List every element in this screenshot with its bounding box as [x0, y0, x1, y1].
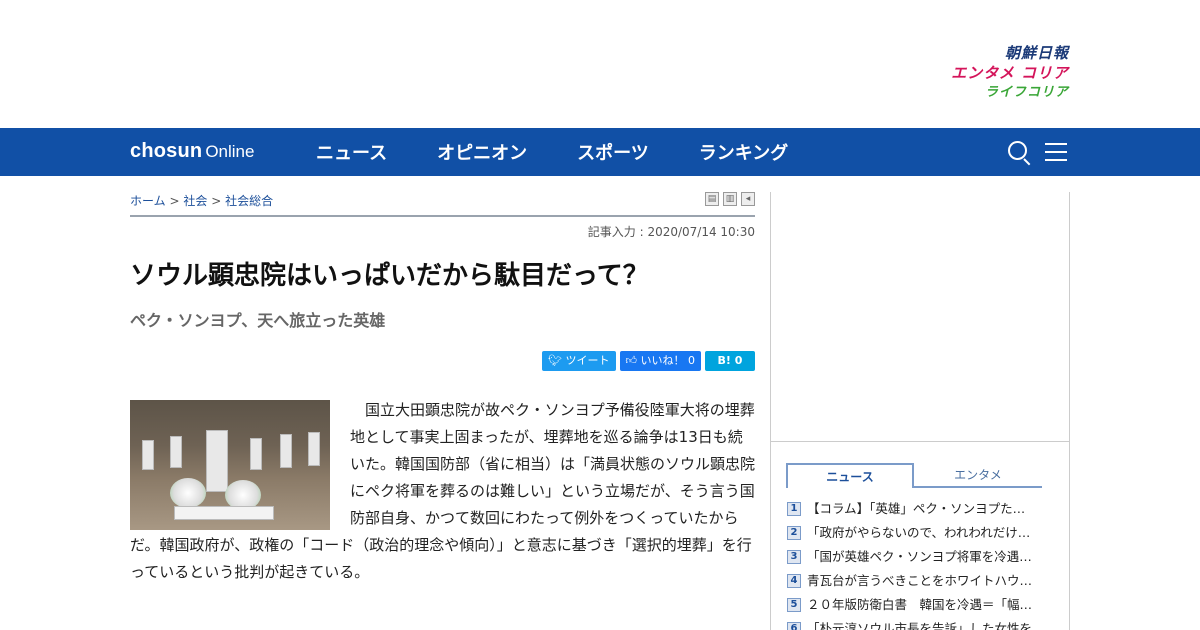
grave-marker [250, 438, 262, 470]
article-subtitle: ペク・ソンヨプ、天へ旅立った英雄 [130, 311, 386, 330]
article-tools: ▤ ▥ ◂ [701, 192, 755, 206]
article-photo[interactable] [130, 400, 330, 530]
life-korea-link[interactable]: ライフコリア [951, 84, 1069, 102]
article-dateline: 記事入力 : 2020/07/14 10:30 [587, 225, 755, 239]
rank-number: 6 [787, 622, 801, 630]
search-icon[interactable] [1007, 140, 1031, 166]
breadcrumb-home[interactable]: ホーム [130, 194, 166, 208]
rank-number: 2 [787, 526, 801, 540]
article: ホーム > 社会 > 社会総合 ▤ ▥ ◂ 記事入力 : 2020/07/14 … [130, 192, 755, 586]
nav-icons [1007, 140, 1067, 166]
site-logo[interactable]: chosun Online [130, 140, 254, 163]
twitter-bird-icon: 🐦︎ [548, 354, 566, 367]
nav-item-opinion[interactable]: オピニオン [437, 139, 527, 165]
rank-title[interactable]: 【コラム】「英雄」ペク・ソンヨプた… [807, 497, 1025, 521]
nav-item-news[interactable]: ニュース [316, 139, 387, 165]
nav-item-sports[interactable]: スポーツ [577, 139, 649, 165]
rank-title[interactable]: 「国が英雄ペク・ソンヨプ将軍を冷遇… [807, 545, 1032, 569]
grave-marker [308, 432, 320, 466]
breadcrumb-row: ホーム > 社会 > 社会総合 ▤ ▥ ◂ [130, 192, 755, 217]
back-arrow-icon[interactable]: ◂ [741, 192, 755, 206]
nav-item-ranking[interactable]: ランキング [699, 139, 788, 165]
grave-marker [142, 440, 154, 470]
list-item[interactable]: 5 ２０年版防衛白書 韓国を冷遇＝「幅… [787, 593, 1057, 617]
brand-links: 朝鮮日報 エンタメ コリア ライフコリア [951, 44, 1069, 102]
sidebar: ニュース エンタメ 1 【コラム】「英雄」ペク・ソンヨプた… 2 「政府がやらないの… [770, 192, 1070, 630]
tab-news[interactable]: ニュース [786, 463, 914, 488]
grave-base [174, 506, 274, 520]
rank-title[interactable]: ２０年版防衛白書 韓国を冷遇＝「幅… [807, 593, 1032, 617]
list-item[interactable]: 1 【コラム】「英雄」ペク・ソンヨプた… [787, 497, 1057, 521]
share-bar: 🐦︎ ツイート 👍︎ いいね！ 0 B! 0 [130, 351, 755, 371]
tab-entame[interactable]: エンタメ [914, 463, 1042, 488]
nav-menu: ニュース オピニオン スポーツ ランキング [316, 128, 838, 176]
sidebar-tabs: ニュース エンタメ [786, 463, 1042, 488]
breadcrumb: ホーム > 社会 > 社会総合 [130, 192, 755, 209]
rank-number: 4 [787, 574, 801, 588]
like-label: いいね！ 0 [640, 354, 696, 367]
print-icon[interactable]: ▤ [705, 192, 719, 206]
rank-title[interactable]: 青瓦台が言うべきことをホワイトハウ… [807, 569, 1032, 593]
breadcrumb-separator: > [211, 194, 222, 208]
logo-text-bold: chosun [130, 140, 203, 162]
breadcrumb-section[interactable]: 社会 [183, 194, 207, 208]
list-item[interactable]: 6 「朴元淳ソウル市長を告訴」した女性を… [787, 617, 1057, 630]
tweet-label: ツイート [565, 354, 610, 367]
grave-marker [206, 430, 228, 492]
article-title: ソウル顕忠院はいっぱいだから駄目だって？ [130, 261, 649, 291]
flowers [170, 478, 206, 508]
grave-marker [170, 436, 182, 468]
ranking-list: 1 【コラム】「英雄」ペク・ソンヨプた… 2 「政府がやらないので、われわれだけ… … [787, 497, 1057, 630]
brand-header: 朝鮮日報 エンタメ コリア ライフコリア [0, 0, 1200, 128]
list-item[interactable]: 3 「国が英雄ペク・ソンヨプ将軍を冷遇… [787, 545, 1057, 569]
rank-number: 1 [787, 502, 801, 516]
hatena-bookmark-button[interactable]: B! 0 [705, 351, 755, 371]
facebook-like-button[interactable]: 👍︎ いいね！ 0 [619, 351, 701, 371]
hamburger-menu-icon[interactable] [1045, 142, 1067, 162]
font-size-icon[interactable]: ▥ [723, 192, 737, 206]
rank-number: 3 [787, 550, 801, 564]
entame-korea-link[interactable]: エンタメ コリア [951, 63, 1069, 84]
rank-title[interactable]: 「朴元淳ソウル市長を告訴」した女性を… [807, 617, 1045, 630]
main-nav: chosun Online ニュース オピニオン スポーツ ランキング [0, 128, 1200, 176]
list-item[interactable]: 4 青瓦台が言うべきことをホワイトハウ… [787, 569, 1057, 593]
article-body: 国立大田顕忠院が故ペク・ソンヨプ予備役陸軍大将の埋葬地として事実上固まったが、埋… [130, 397, 755, 586]
thumbs-up-icon: 👍︎ [625, 354, 641, 367]
logo-text-thin: Online [205, 142, 255, 161]
chosun-ilbo-link[interactable]: 朝鮮日報 [951, 44, 1069, 63]
tweet-button[interactable]: 🐦︎ ツイート [542, 351, 616, 371]
ad-slot [771, 192, 1069, 442]
breadcrumb-subsection[interactable]: 社会総合 [225, 194, 273, 208]
grave-marker [280, 434, 292, 468]
list-item[interactable]: 2 「政府がやらないので、われわれだけ… [787, 521, 1057, 545]
rank-number: 5 [787, 598, 801, 612]
breadcrumb-separator: > [169, 194, 180, 208]
rank-title[interactable]: 「政府がやらないので、われわれだけ… [807, 521, 1030, 545]
